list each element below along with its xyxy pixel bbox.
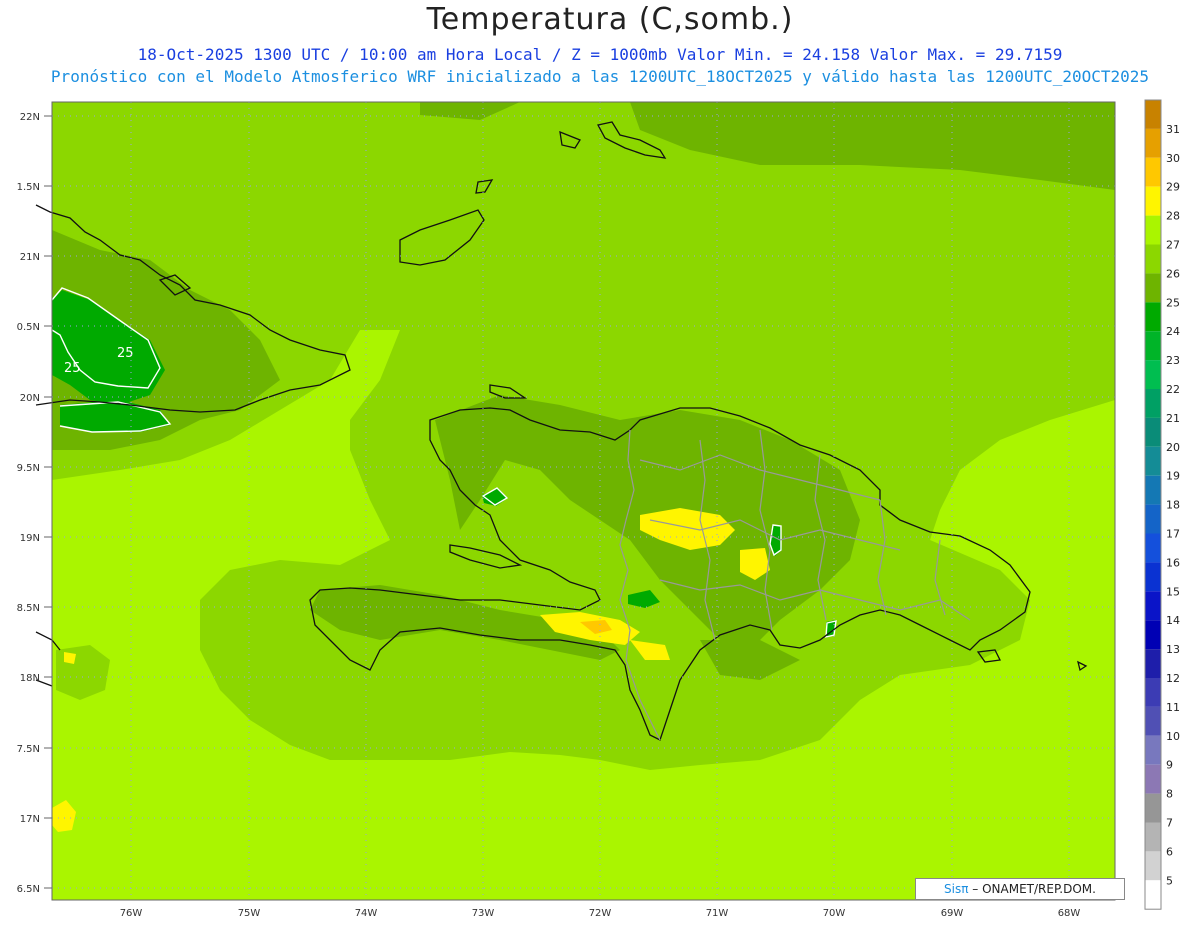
colorbar-swatch [1145,822,1161,852]
colorbar-tick-label: 14 [1166,614,1180,627]
colorbar-tick-label: 30 [1166,152,1180,165]
colorbar-tick-label: 24 [1166,325,1180,338]
colorbar-tick-label: 21 [1166,412,1180,425]
lon-label: 75W [238,908,261,919]
lon-label: 70W [823,908,846,919]
colorbar-tick-label: 10 [1166,730,1180,743]
colorbar-tick-label: 8 [1166,788,1173,801]
colorbar-tick-label: 29 [1166,181,1180,194]
colorbar-tick-label: 11 [1166,701,1180,714]
colorbar-swatch [1145,851,1161,881]
colorbar-swatch [1145,562,1161,592]
colorbar-swatch [1145,735,1161,765]
colorbar-swatch [1145,620,1161,650]
lat-label: 18N [20,673,40,684]
colorbar-tick-label: 12 [1166,672,1180,685]
lon-label: 68W [1058,908,1081,919]
colorbar-tick-label: 31 [1166,123,1180,136]
lon-label: 76W [120,908,143,919]
lat-label: 17N [20,814,40,825]
colorbar-swatch [1145,678,1161,707]
lat-label: 7.5N [17,744,40,755]
lon-label: 71W [706,908,729,919]
lat-label: 22N [20,112,40,123]
colorbar-swatch [1145,302,1161,332]
colorbar-swatch [1145,417,1161,447]
colorbar-tick-label: 25 [1166,296,1180,309]
lat-label: 19N [20,533,40,544]
lat-label: 8.5N [17,603,40,614]
colorbar-swatch [1145,244,1161,274]
latitude-axis: 22N 1.5N 21N 0.5N 20N 9.5N 19N 8.5N 18N … [17,112,40,895]
lon-label: 72W [589,908,612,919]
contour-label-1: 25 [64,361,81,376]
colorbar: 31 30 29 28 27 26 25 24 23 22 21 20 19 18 17 16 15 14 13 12… [1144,99,1180,910]
colorbar-swatch [1145,273,1161,303]
lat-label: 21N [20,252,40,263]
colorbar-tick-label: 18 [1166,499,1180,512]
colorbar-swatch [1145,533,1161,563]
colorbar-swatch [1145,504,1161,534]
colorbar-swatch [1145,128,1161,158]
lat-label: 20N [20,393,40,404]
colorbar-swatch [1145,186,1161,216]
colorbar-swatch [1145,793,1161,823]
lon-label: 69W [941,908,964,919]
colorbar-tick-label: 15 [1166,585,1180,598]
colorbar-tick-label: 22 [1166,383,1180,396]
colorbar-tick-label: 16 [1166,556,1180,569]
map-canvas: 25 25 22N 1.5N 21N 0.5N 20N 9.5N 19N 8.5… [17,99,1180,919]
colorbar-swatch [1145,389,1161,418]
lat-ticks [44,115,52,889]
colorbar-tick-label: 27 [1166,239,1180,252]
colorbar-tick-label: 9 [1166,759,1173,772]
colorbar-swatch [1145,360,1161,389]
colorbar-tick-label: 23 [1166,354,1180,367]
colorbar-tick-label: 26 [1166,267,1180,280]
colorbar-tick-label: 7 [1166,817,1173,830]
colorbar-tick-label: 19 [1166,470,1180,483]
colorbar-swatch [1145,100,1161,129]
credit-box: Sisπ – ONAMET/REP.DOM. [915,878,1125,900]
sispi-logo-text: Sisπ [944,882,969,896]
colorbar-tick-label: 13 [1166,643,1180,656]
colorbar-swatch [1145,591,1161,621]
colorbar-tick-label: 20 [1166,441,1180,454]
lon-label: 73W [472,908,495,919]
colorbar-swatch [1145,446,1161,476]
colorbar-swatch [1145,706,1161,736]
lat-label: 0.5N [17,322,40,333]
colorbar-swatch [1145,649,1161,678]
colorbar-swatch [1145,157,1161,187]
colorbar-tick-label: 17 [1166,528,1180,541]
colorbar-swatch [1145,475,1161,505]
lat-label: 6.5N [17,884,40,895]
colorbar-swatch [1145,880,1161,910]
colorbar-tick-label: 28 [1166,210,1180,223]
lat-label: 1.5N [17,182,40,193]
colorbar-swatch [1145,764,1161,794]
lon-label: 74W [355,908,378,919]
credit-text: – ONAMET/REP.DOM. [972,882,1096,896]
colorbar-swatch [1145,215,1161,245]
colorbar-swatch [1145,331,1161,361]
longitude-axis: 76W 75W 74W 73W 72W 71W 70W 69W 68W [120,908,1081,919]
colorbar-tick-label: 6 [1166,845,1173,858]
colorbar-tick-label: 5 [1166,874,1173,887]
lat-label: 9.5N [17,463,40,474]
